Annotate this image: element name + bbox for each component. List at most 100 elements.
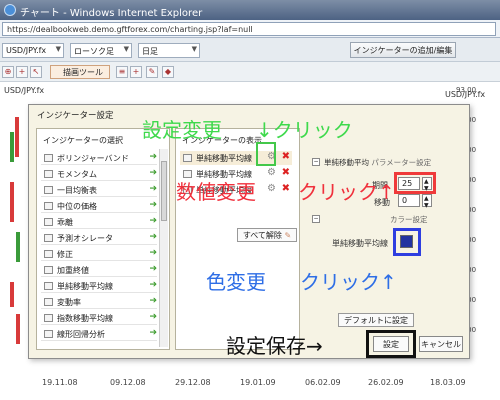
candle (10, 282, 14, 307)
zoom-icon[interactable]: ⊕ (2, 66, 14, 78)
annotation-value-click: クリック↑ (298, 180, 395, 204)
annotation-save: 設定保存→ (226, 334, 323, 358)
add-arrow-icon[interactable]: ➔ (149, 264, 157, 274)
eraser-icon[interactable]: ◆ (162, 66, 174, 78)
url-field[interactable]: https://dealbookweb.demo.gftforex.com/ch… (2, 22, 496, 36)
gear-icon[interactable]: ⚙ (267, 183, 276, 194)
indicator-chart-icon (44, 250, 53, 258)
candle (10, 182, 14, 222)
add-arrow-icon[interactable]: ➔ (149, 328, 157, 338)
shift-input[interactable]: 0 (398, 194, 420, 207)
symbol-select[interactable]: USD/JPY.fx ▼ (2, 43, 64, 58)
indicator-chart-icon (44, 330, 53, 338)
period-select[interactable]: 日足 ▼ (138, 43, 200, 58)
indicator-chart-icon (44, 218, 53, 226)
color-item-label: 単純移動平均線 (332, 239, 388, 248)
indicator-chart-icon (44, 314, 53, 322)
collapse-icon[interactable]: − (312, 158, 320, 166)
add-arrow-icon[interactable]: ➔ (149, 280, 157, 290)
delete-icon[interactable]: ✖ (282, 167, 290, 178)
indicator-item[interactable]: モメンタム ➔ (41, 167, 157, 181)
annotation-value-change: 数値変更 (176, 180, 256, 204)
indicator-item[interactable]: 中位の価格 ➔ (41, 199, 157, 213)
highlight-box-blue (393, 228, 421, 256)
collapse-icon[interactable]: − (312, 215, 320, 223)
indicator-select-header: インジケーターの選択 (43, 136, 123, 145)
add-arrow-icon[interactable]: ➔ (149, 200, 157, 210)
x-tick: 26.02.09 (368, 378, 404, 387)
add-arrow-icon[interactable]: ➔ (149, 232, 157, 242)
indicator-chart-icon (44, 170, 53, 178)
indicator-item[interactable]: 指数移動平均線 ➔ (41, 311, 157, 325)
candle (15, 117, 19, 157)
delete-icon[interactable]: ✖ (282, 183, 290, 194)
chevron-down-icon: ▼ (191, 45, 197, 53)
indicator-item[interactable]: 単純移動平均線 ➔ (41, 279, 157, 293)
add-arrow-icon[interactable]: ➔ (149, 296, 157, 306)
gear-icon[interactable]: ⚙ (267, 167, 276, 178)
chart-type-select[interactable]: ローソク足 ▼ (70, 43, 132, 58)
indicator-item[interactable]: 線形回帰分析 ➔ (41, 327, 157, 341)
indicator-item[interactable]: 乖離 ➔ (41, 215, 157, 229)
release-all-button[interactable]: すべて解除 ✎ (237, 228, 297, 242)
add-arrow-icon[interactable]: ➔ (149, 184, 157, 194)
y-tick: 93.00 (456, 86, 477, 94)
indicator-select-pane: インジケーターの選択 ボリンジャーバンド ➔ モメンタム ➔ 一目均衡表 ➔ 中位の価… (36, 128, 170, 350)
annotation-settings-click: ↓クリック (256, 118, 353, 142)
drawing-settings-icon[interactable]: ≡ (116, 66, 128, 78)
indicator-chart-icon (44, 234, 53, 242)
pencil-icon[interactable]: ✎ (146, 66, 158, 78)
indicator-item[interactable]: 一目均衡表 ➔ (41, 183, 157, 197)
indicator-item[interactable]: ボリンジャーバンド ➔ (41, 151, 157, 165)
delete-icon[interactable]: ✖ (282, 151, 290, 162)
crosshair-icon[interactable]: + (16, 66, 28, 78)
indicator-item[interactable]: 修正 ➔ (41, 247, 157, 261)
address-bar: https://dealbookweb.demo.gftforex.com/ch… (0, 20, 500, 38)
default-button[interactable]: デフォルトに設定 (338, 313, 414, 327)
indicator-chart-icon (44, 154, 53, 162)
add-arrow-icon[interactable]: ➔ (149, 312, 157, 322)
chart-toolbar: USD/JPY.fx ▼ ローソク足 ▼ 日足 ▼ インジケーターの追加/編集 (0, 38, 500, 62)
title-bar: チャート - Windows Internet Explorer (0, 0, 500, 20)
cancel-button[interactable]: キャンセル (419, 336, 463, 352)
window-title: チャート - Windows Internet Explorer (20, 8, 203, 19)
scrollbar[interactable] (159, 149, 168, 347)
chevron-down-icon: ▼ (55, 45, 61, 53)
indicator-item[interactable]: 加重終値 ➔ (41, 263, 157, 277)
shift-stepper[interactable]: ▲ ▼ (422, 194, 432, 209)
draw-tool-button[interactable]: 描画ツール (50, 65, 110, 79)
cursor-icon[interactable]: ↖ (30, 66, 42, 78)
indicator-chart-icon (44, 282, 53, 290)
add-arrow-icon[interactable]: ➔ (149, 152, 157, 162)
add-arrow-icon[interactable]: ➔ (149, 168, 157, 178)
add-indicator-button[interactable]: インジケーターの追加/編集 (350, 42, 456, 58)
candle (16, 232, 20, 262)
indicator-chart-icon (44, 202, 53, 210)
x-tick: 06.02.09 (305, 378, 341, 387)
highlight-box-red (394, 172, 436, 194)
broom-icon: ✎ (284, 231, 292, 240)
indicator-chart-icon (44, 186, 53, 194)
candle (10, 132, 14, 162)
indicator-chart-icon (44, 266, 53, 274)
annotation-color-click: クリック↑ (300, 270, 397, 294)
x-tick: 18.03.09 (430, 378, 466, 387)
highlight-box-green (256, 142, 276, 166)
candle (16, 314, 20, 344)
dialog-title: インジケーター設定 (37, 111, 114, 121)
annotation-color-change: 色変更 (206, 270, 266, 294)
add-arrow-icon[interactable]: ➔ (149, 248, 157, 258)
x-tick: 19.11.08 (42, 378, 78, 387)
indicator-item[interactable]: 変動率 ➔ (41, 295, 157, 309)
highlight-box-black (366, 330, 416, 358)
zoom-in-icon[interactable]: + (130, 66, 142, 78)
ie-icon (4, 4, 16, 16)
annotation-settings-change: 設定変更 (142, 118, 222, 142)
indicator-chart-icon (44, 298, 53, 306)
scrollbar-thumb[interactable] (161, 161, 167, 221)
color-header: カラー設定 (390, 215, 428, 224)
drawing-toolbar: ⊕ + ↖ 描画ツール ≡ + ✎ ◆ (0, 62, 500, 82)
indicator-item[interactable]: 予測オシレータ ➔ (41, 231, 157, 245)
chevron-down-icon: ▼ (123, 45, 129, 53)
add-arrow-icon[interactable]: ➔ (149, 216, 157, 226)
